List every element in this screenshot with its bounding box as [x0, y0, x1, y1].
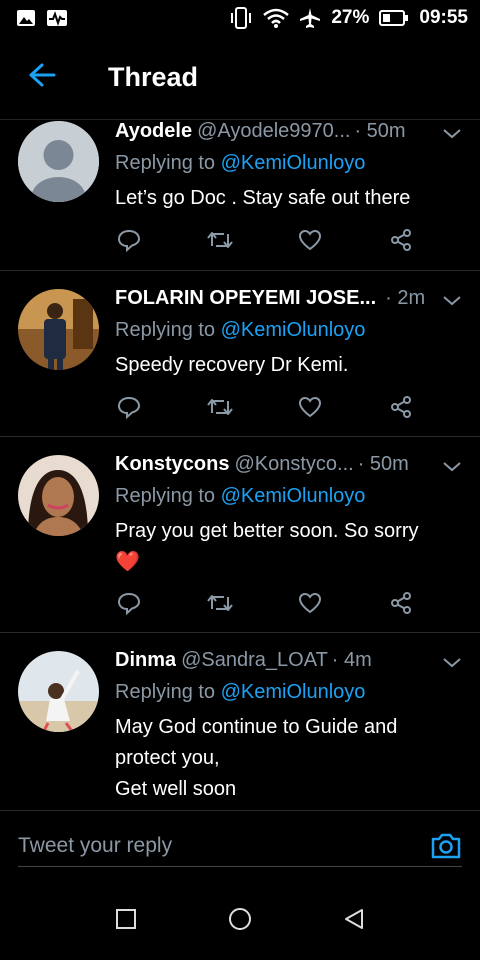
chevron-down-icon[interactable]	[442, 124, 462, 139]
tweet-item[interactable]: FOLARIN OPEYEMI JOSE... · 2m Replying to…	[0, 271, 480, 437]
retweet-icon[interactable]	[206, 393, 234, 421]
chevron-down-icon[interactable]	[442, 457, 462, 472]
share-icon[interactable]	[387, 226, 415, 254]
clock: 09:55	[419, 7, 468, 28]
mention-link[interactable]: @KemiOlunloyo	[221, 681, 366, 703]
battery-icon	[379, 9, 409, 27]
author-handle[interactable]: @Ayodele9970...	[197, 120, 350, 143]
tweet-time: · 2m	[385, 287, 426, 309]
avatar[interactable]	[18, 651, 99, 732]
mention-link[interactable]: @KemiOlunloyo	[221, 152, 366, 174]
author-name[interactable]: Dinma	[115, 649, 176, 672]
tweet-text: Pray you get better soon. So sorry	[115, 520, 419, 542]
tweet-item[interactable]: Konstycons @Konstyco... · 50m Replying t…	[0, 437, 480, 633]
tweet-actions	[115, 393, 415, 423]
system-nav-bar	[0, 882, 480, 960]
back-nav-button[interactable]	[343, 908, 365, 935]
share-icon[interactable]	[387, 589, 415, 617]
chevron-down-icon[interactable]	[442, 291, 462, 306]
reply-placeholder[interactable]: Tweet your reply	[18, 834, 172, 858]
author-name[interactable]: Konstycons	[115, 453, 229, 476]
wifi-icon	[263, 7, 290, 29]
home-button[interactable]	[228, 907, 252, 936]
camera-icon[interactable]	[430, 831, 462, 861]
chevron-down-icon[interactable]	[442, 653, 462, 668]
mention-link[interactable]: @KemiOlunloyo	[221, 319, 366, 341]
back-button[interactable]	[0, 36, 84, 120]
retweet-icon[interactable]	[206, 589, 234, 617]
reply-icon[interactable]	[115, 589, 143, 617]
avatar[interactable]	[18, 289, 99, 370]
replying-to: Replying to @KemiOlunloyo	[115, 681, 366, 703]
author-handle[interactable]: @Konstyco...	[234, 453, 353, 476]
mention-link[interactable]: @KemiOlunloyo	[221, 485, 366, 507]
reply-list[interactable]: Ayodele @Ayodele9970... · 50m Replying t…	[0, 120, 480, 810]
heart-emoji: ❤️	[115, 551, 140, 573]
tweet-item[interactable]: Ayodele @Ayodele9970... · 50m Replying t…	[0, 120, 480, 271]
avatar[interactable]	[18, 455, 99, 536]
tweet-text: Let’s go Doc . Stay safe out there	[115, 187, 411, 209]
replying-to: Replying to @KemiOlunloyo	[115, 319, 366, 341]
replying-to: Replying to @KemiOlunloyo	[115, 152, 366, 174]
tweet-text-line: May God continue to Guide and	[115, 716, 398, 738]
page-title: Thread	[108, 62, 199, 92]
tweet-actions	[115, 226, 415, 256]
author-handle[interactable]: @Sandra_LOAT	[181, 649, 328, 672]
gallery-icon	[16, 9, 36, 27]
retweet-icon[interactable]	[206, 226, 234, 254]
replying-to: Replying to @KemiOlunloyo	[115, 485, 366, 507]
tweet-item[interactable]: Dinma @Sandra_LOAT · 4m Replying to @Kem…	[0, 633, 480, 810]
tweet-actions	[115, 589, 415, 619]
thread-header: Thread	[0, 36, 480, 120]
reply-icon[interactable]	[115, 393, 143, 421]
avatar[interactable]	[18, 121, 99, 202]
vibrate-icon	[229, 7, 253, 29]
author-name[interactable]: Ayodele	[115, 120, 192, 143]
share-icon[interactable]	[387, 393, 415, 421]
reply-input[interactable]: Tweet your reply	[18, 825, 462, 867]
tweet-time: · 4m	[331, 649, 372, 671]
tweet-text-line: protect you,	[115, 747, 220, 769]
airplane-icon	[299, 7, 321, 29]
arrow-left-icon	[28, 63, 56, 92]
reply-icon[interactable]	[115, 226, 143, 254]
heart-icon[interactable]	[296, 589, 324, 617]
tweet-text-line: Get well soon	[115, 778, 237, 800]
author-name[interactable]: FOLARIN OPEYEMI JOSE...	[115, 287, 376, 310]
battery-percent: 27%	[331, 7, 370, 28]
heart-icon[interactable]	[296, 393, 324, 421]
activity-icon	[46, 9, 67, 27]
tweet-time: · 50m	[354, 120, 406, 142]
reply-composer: Tweet your reply	[0, 810, 480, 882]
recents-button[interactable]	[115, 908, 137, 935]
heart-icon[interactable]	[296, 226, 324, 254]
tweet-text: Speedy recovery Dr Kemi.	[115, 354, 349, 376]
tweet-time: · 50m	[357, 453, 409, 475]
status-bar: 27% 09:55	[0, 0, 480, 36]
